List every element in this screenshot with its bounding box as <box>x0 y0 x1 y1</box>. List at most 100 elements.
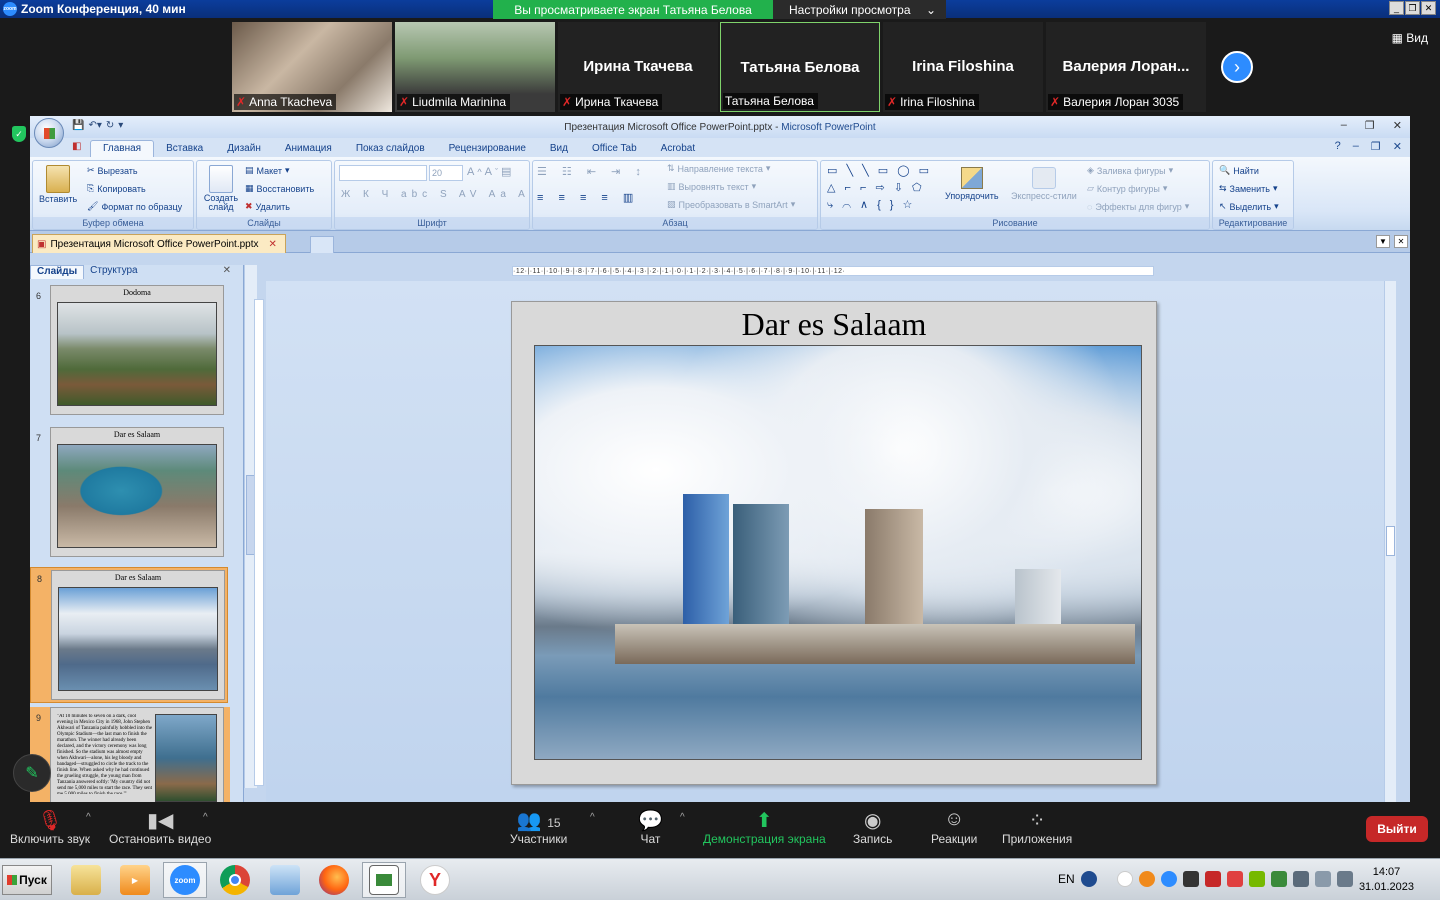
tab-review[interactable]: Рецензирование <box>437 141 538 157</box>
new-tab-button[interactable] <box>310 236 334 253</box>
paste-button[interactable]: Вставить <box>39 165 77 204</box>
shape-outline-button[interactable]: ▱ Контур фигуры ▾ <box>1087 183 1167 194</box>
tab-list-icon[interactable]: ▼ <box>1376 235 1390 248</box>
language-indicator[interactable]: EN <box>1058 872 1075 886</box>
font-name-input[interactable] <box>339 165 427 181</box>
slide-thumbnail[interactable]: 9 "At 10 minutes to seven on a dark, coo… <box>30 707 230 802</box>
pane-tab-slides[interactable]: Слайды <box>30 265 85 279</box>
leave-button[interactable]: Выйти <box>1366 816 1428 842</box>
slide-thumbnail[interactable]: 6 Dodoma <box>30 285 230 420</box>
cut-button[interactable]: ✂ Вырезать <box>87 165 138 176</box>
replace-button[interactable]: ⇆ Заменить ▾ <box>1219 183 1278 194</box>
video-options-icon[interactable]: ^ <box>203 812 208 823</box>
office-button[interactable] <box>34 118 64 148</box>
network-status-icon[interactable] <box>1270 871 1287 887</box>
quick-styles-button[interactable]: Экспресс-стили <box>1011 167 1077 201</box>
shape-effects-button[interactable]: ◌ Эффекты для фигур ▾ <box>1087 201 1189 212</box>
tab-design[interactable]: Дизайн <box>215 141 273 157</box>
align-buttons[interactable]: ≡ ≡ ≡ ≡ ▥ <box>537 191 639 204</box>
taskbar-firefox[interactable] <box>312 862 356 898</box>
font-format-buttons[interactable]: Ж К Ч abc S AV Aa A <box>341 189 530 200</box>
slide-photo[interactable] <box>534 345 1142 760</box>
display-icon[interactable] <box>1336 871 1353 887</box>
current-slide[interactable]: Dar es Salaam <box>511 301 1157 785</box>
taskbar-media-player[interactable]: ▶ <box>113 862 157 898</box>
participant-tile[interactable]: Ирина Ткачева ✗ Ирина Ткачева <box>558 22 718 112</box>
list-buttons[interactable]: ☰ ☷ ⇤ ⇥ ↕ <box>537 165 647 178</box>
taskbar-zoom[interactable]: zoom <box>163 862 207 898</box>
gallery-next-icon[interactable]: › <box>1221 51 1253 83</box>
system-clock[interactable]: 14:07 31.01.2023 <box>1359 865 1414 895</box>
new-slide-button[interactable]: Создать слайд <box>201 165 241 212</box>
smartart-button[interactable]: ▧ Преобразовать в SmartArt ▾ <box>667 199 795 210</box>
pane-tab-outline[interactable]: Структура <box>84 265 143 279</box>
participant-tile[interactable]: Irina Filoshina ✗ Irina Filoshina <box>883 22 1043 112</box>
close-pane-icon[interactable]: ✕ <box>217 265 237 276</box>
find-button[interactable]: 🔍 Найти <box>1219 165 1259 176</box>
slide-scrollbar[interactable] <box>1384 281 1396 802</box>
align-text-button[interactable]: ▥ Выровнять текст ▾ <box>667 181 756 192</box>
start-button[interactable]: Пуск <box>2 865 52 895</box>
copy-button[interactable]: ⎘ Копировать <box>87 183 146 194</box>
close-tab-icon[interactable]: ✕ <box>269 239 277 250</box>
participant-tile-active[interactable]: Татьяна Белова Татьяна Белова <box>720 22 880 112</box>
unmute-button[interactable]: 🎙 Включить звук <box>10 808 90 846</box>
share-screen-button[interactable]: ⬆ Демонстрация экрана <box>703 808 826 846</box>
slide-thumbnail-selected[interactable]: 8 Dar es Salaam <box>30 567 228 703</box>
participant-tile[interactable]: ✗ Anna Tkacheva <box>232 22 392 112</box>
taskbar-network[interactable] <box>263 862 307 898</box>
taskbar-yandex[interactable]: Y <box>413 862 457 898</box>
select-button[interactable]: ↖ Выделить ▾ <box>1219 201 1279 212</box>
audio-options-icon[interactable]: ^ <box>86 812 91 823</box>
text-direction-button[interactable]: ⇅ Направление текста ▾ <box>667 163 770 174</box>
doc-minimize-icon[interactable]: – <box>1353 140 1359 153</box>
taskbar-powerpoint[interactable] <box>362 862 406 898</box>
close-button[interactable]: ✕ <box>1421 1 1436 15</box>
tab-view[interactable]: Вид <box>538 141 580 157</box>
zoom-tray-icon[interactable] <box>1160 871 1177 887</box>
participants-button[interactable]: 👥 15 Участники <box>510 808 567 846</box>
ppt-restore-button[interactable]: ❐ <box>1365 119 1375 132</box>
tab-home[interactable]: Главная <box>90 140 155 157</box>
apps-button[interactable]: ⁘ Приложения <box>1002 808 1072 846</box>
slide-thumbnail[interactable]: 7 Dar es Salaam <box>30 427 230 562</box>
tab-office-tab[interactable]: Office Tab <box>580 141 649 157</box>
ppt-close-button[interactable]: ✕ <box>1393 119 1402 132</box>
chat-options-icon[interactable]: ^ <box>680 812 685 823</box>
ppt-minimize-button[interactable]: – <box>1341 119 1347 132</box>
view-button[interactable]: ▦ Вид <box>1392 31 1428 45</box>
restore-button[interactable]: ❐ <box>1405 1 1420 15</box>
taskbar-explorer[interactable] <box>64 862 108 898</box>
minimize-button[interactable]: _ <box>1389 1 1404 15</box>
help-icon[interactable]: ? <box>1335 140 1341 153</box>
scroll-thumb[interactable] <box>1386 526 1395 556</box>
yandex-tray-icon[interactable] <box>1116 871 1133 887</box>
annotate-pen-icon[interactable]: ✎ <box>13 754 51 792</box>
app-tray-icon[interactable] <box>1226 871 1243 887</box>
close-all-icon[interactable]: ✕ <box>1394 235 1408 248</box>
slide-title[interactable]: Dar es Salaam <box>512 306 1156 343</box>
format-painter-button[interactable]: 🖌 Формат по образцу <box>87 201 182 212</box>
delete-slide-button[interactable]: ✖ Удалить <box>245 201 290 212</box>
app-tray-icon[interactable] <box>1182 871 1199 887</box>
reactions-button[interactable]: ☺ Реакции <box>931 808 977 846</box>
record-button[interactable]: ◉ Запись <box>853 808 892 846</box>
volume-icon[interactable] <box>1314 871 1331 887</box>
avast-icon[interactable] <box>1138 871 1155 887</box>
acrobat-tray-icon[interactable] <box>1204 871 1221 887</box>
tab-insert[interactable]: Вставка <box>154 141 215 157</box>
tab-acrobat[interactable]: Acrobat <box>649 141 707 157</box>
tab-animation[interactable]: Анимация <box>273 141 344 157</box>
nvidia-icon[interactable] <box>1248 871 1265 887</box>
participant-tile[interactable]: ✗ Liudmila Marinina <box>395 22 555 112</box>
font-size-input[interactable]: 20 <box>429 165 463 181</box>
participants-options-icon[interactable]: ^ <box>590 812 595 823</box>
stop-video-button[interactable]: ▮◀ Остановить видео <box>109 808 211 846</box>
font-grow-shrink[interactable]: A ^ Aˇ ▤ <box>467 165 511 179</box>
tray-expand-icon[interactable] <box>1103 871 1111 887</box>
taskbar-chrome[interactable] <box>213 862 257 898</box>
tab-slideshow[interactable]: Показ слайдов <box>344 141 437 157</box>
doc-close-icon[interactable]: ✕ <box>1393 140 1402 153</box>
help-icon[interactable] <box>1080 871 1097 887</box>
shapes-gallery[interactable]: ▭ ╲ ╲ ▭ ◯ ▭ △ ⌐ ⌐ ⇨ ⇩ ⬠ ⤷ ⌒ ∧ { } ☆ <box>827 163 935 214</box>
